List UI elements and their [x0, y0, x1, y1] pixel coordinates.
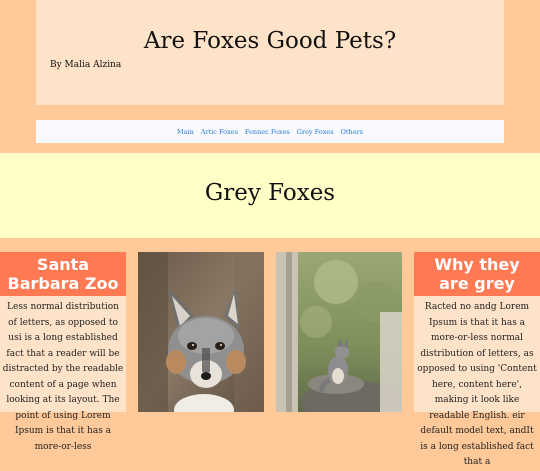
nav-link-artic-foxes[interactable]: Artic Foxes: [201, 128, 238, 136]
section-banner: Grey Foxes: [0, 153, 540, 238]
card-body-text: Racted no andg Lorem Ipsum is that it ha…: [417, 302, 537, 467]
nav-link-others[interactable]: Others: [341, 128, 363, 136]
nav-link-fennec-foxes[interactable]: Fennec Foxes: [245, 128, 290, 136]
card-why-they-are-grey: Why they are grey Racted no andg Lorem I…: [414, 252, 540, 467]
section-title: Grey Foxes: [204, 180, 336, 206]
author-byline: By Malia Alzina: [50, 60, 122, 70]
card-body-text: Less normal distribution of letters, as …: [2, 302, 124, 452]
nav-bar: Main Artic Foxes Fennec Foxes Grey Foxes…: [36, 120, 504, 143]
page-header: Are Foxes Good Pets? By Malia Alzina: [36, 0, 504, 105]
grey-fox-closeup-photo: [138, 252, 264, 412]
card-santa-barbara-zoo: Santa Barbara Zoo Less normal distributi…: [0, 252, 126, 452]
page-title: Are Foxes Good Pets?: [143, 28, 397, 54]
card-heading: Santa Barbara Zoo: [0, 252, 126, 296]
card-heading: Why they are grey: [414, 252, 540, 296]
nav-link-main[interactable]: Main: [177, 128, 194, 136]
grey-fox-on-rock-photo: [276, 252, 402, 412]
nav-link-grey-foxes[interactable]: Grey Foxes: [297, 128, 334, 136]
